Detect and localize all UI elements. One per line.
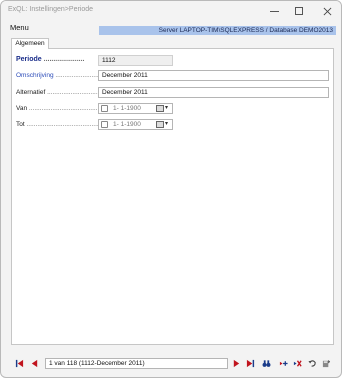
first-record-button[interactable] [14,358,25,369]
alternatief-label: Alternatief ............................… [16,89,101,96]
close-icon [323,7,331,15]
minimize-icon [269,10,279,12]
tot-label: Tot ....................................… [16,121,104,128]
save-icon [322,359,331,368]
chevron-down-icon[interactable]: ▾ [165,105,168,112]
omschrijving-label: Omschrijving .......................... [16,72,102,79]
label-leader-dots: .............................. [45,89,102,96]
alternatief-input[interactable]: December 2011 [98,87,329,98]
calendar-icon[interactable] [156,121,164,128]
delete-record-button[interactable] [292,358,303,369]
van-date-picker[interactable]: 1- 1-1900 ▾ [98,103,173,114]
next-record-button[interactable] [231,358,242,369]
periode-label-text: Periode [16,56,42,63]
maximize-button[interactable] [288,4,310,18]
van-label-text: Van [16,105,28,112]
tot-label-text: Tot [16,121,25,128]
maximize-icon [295,7,303,15]
window-title: ExQL: Instellingen>Periode [8,6,94,13]
van-label: Van ....................................… [16,105,107,112]
title-bar: ExQL: Instellingen>Periode [1,1,341,20]
last-record-button[interactable] [245,358,256,369]
tab-algemeen[interactable]: Algemeen [11,38,49,49]
minimize-button[interactable] [263,4,285,18]
periode-field: 1112 [98,55,173,66]
tot-date-value: 1- 1-1900 [113,121,141,128]
chevron-down-icon[interactable]: ▾ [165,121,168,128]
periode-label: Periode ..................... [16,56,84,63]
label-leader-dots: .......................... [53,72,103,79]
search-button[interactable] [261,358,272,369]
van-date-value: 1- 1-1900 [113,105,141,112]
new-record-icon [279,361,288,366]
first-record-icon [15,359,24,368]
undo-button[interactable] [307,358,318,369]
delete-record-icon [293,360,302,367]
record-position-field: 1 van 118 (1112-December 2011) [45,358,228,369]
server-info-bar: Server LAPTOP-TIM\SQLEXPRESS / Database … [99,26,336,35]
tot-checkbox[interactable] [101,121,108,128]
alternatief-label-text: Alternatief [16,89,46,96]
record-navigator: 1 van 118 (1112-December 2011) [11,353,334,373]
undo-icon [308,360,316,367]
binoculars-icon [262,360,271,367]
van-checkbox[interactable] [101,105,108,112]
omschrijving-label-text: Omschrijving [16,72,54,79]
last-record-icon [246,359,255,368]
tot-date-picker[interactable]: 1- 1-1900 ▾ [98,119,173,130]
omschrijving-input[interactable]: December 2011 [98,70,329,81]
next-record-icon [233,359,240,368]
label-leader-dots: ........................................… [27,105,107,112]
application-window: ExQL: Instellingen>Periode Menu Server L… [0,0,342,378]
previous-record-icon [31,359,38,368]
label-leader-dots: ..................... [41,56,85,63]
save-button[interactable] [321,358,332,369]
close-button[interactable] [316,4,338,18]
server-info-text: Server LAPTOP-TIM\SQLEXPRESS / Database … [158,27,333,34]
new-record-button[interactable] [278,358,289,369]
label-leader-dots: ........................................… [24,121,105,128]
calendar-icon[interactable] [156,105,164,112]
previous-record-button[interactable] [29,358,40,369]
menu-item-menu[interactable]: Menu [10,23,29,32]
